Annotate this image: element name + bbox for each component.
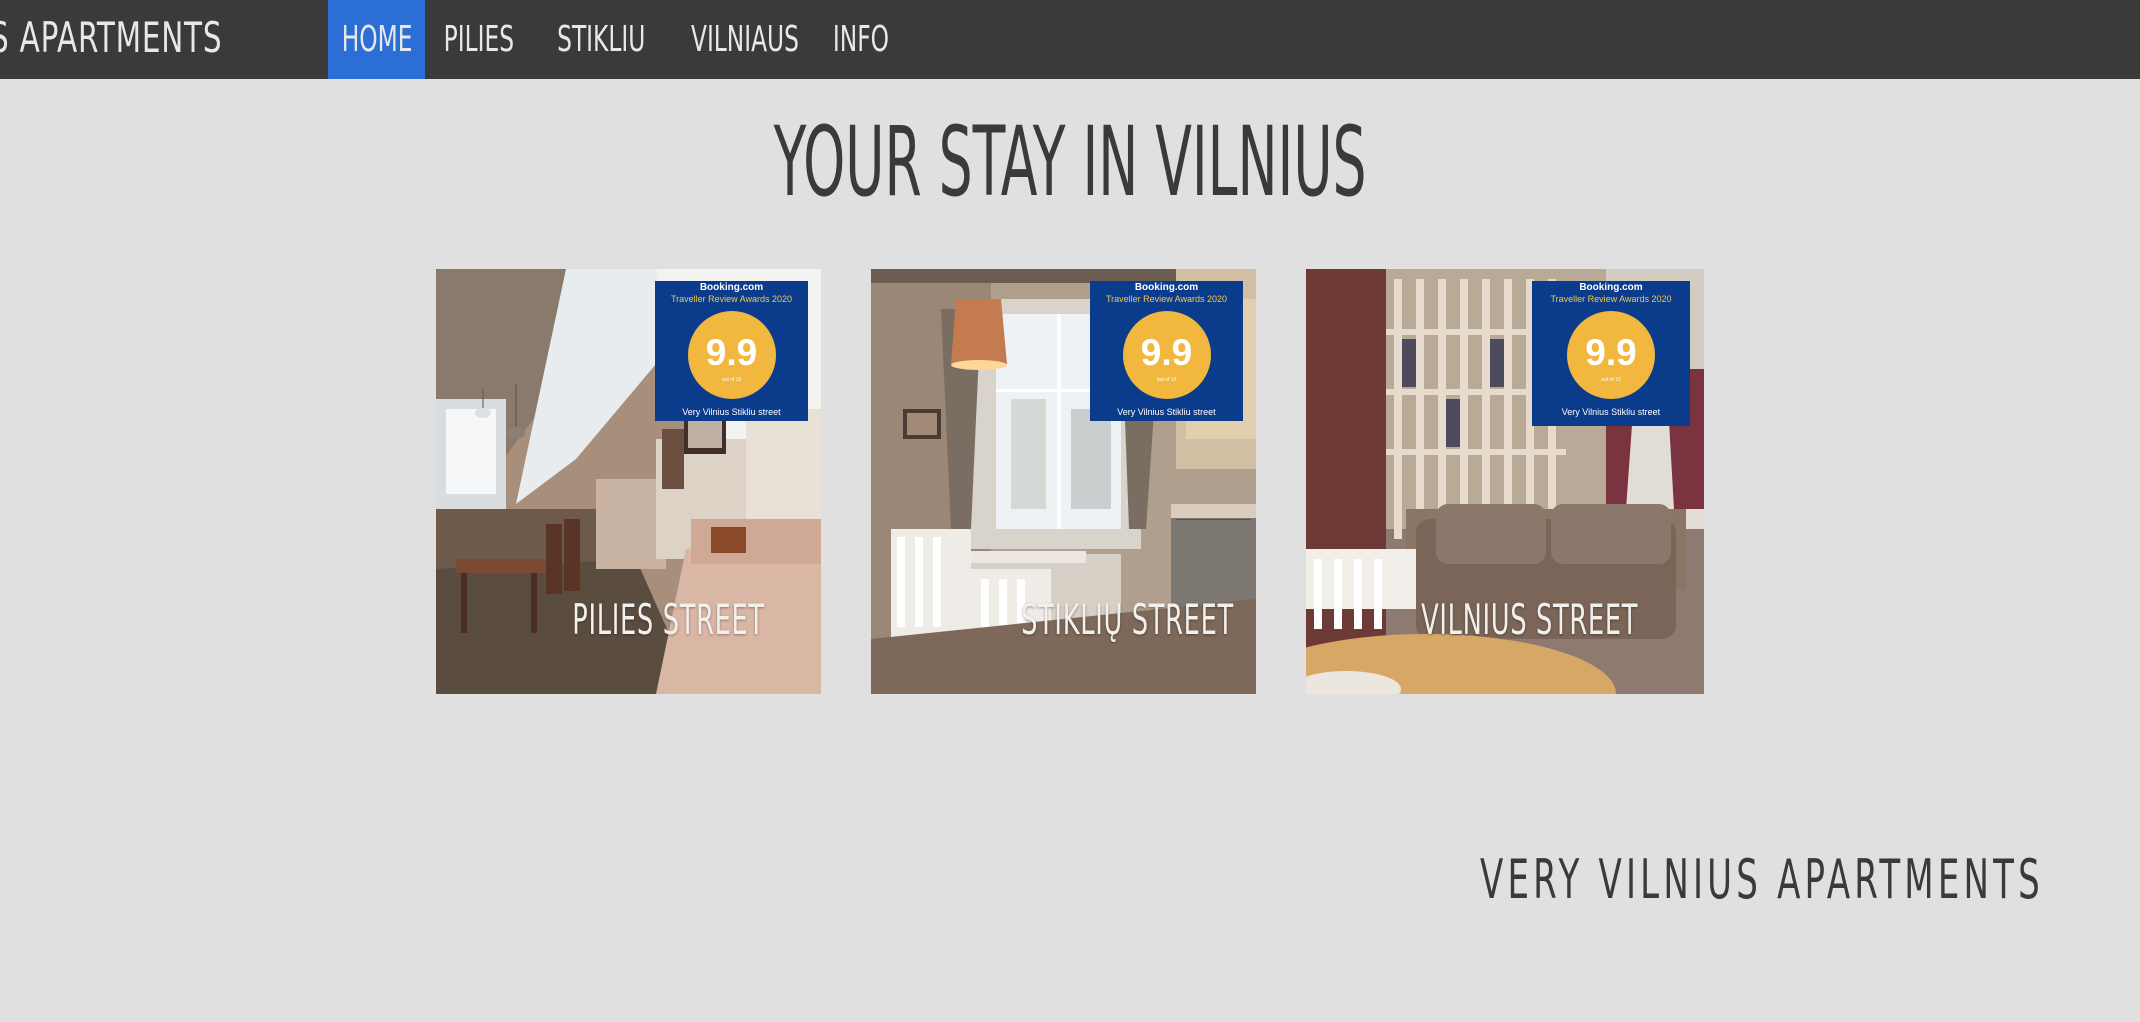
apartment-card-label: VILNIUS STREET xyxy=(1306,595,1704,644)
booking-award-badge: Booking.com Traveller Review Awards 2020… xyxy=(655,281,808,421)
apartment-card-label-text: PILIES STREET xyxy=(572,595,765,644)
nav-item-stikliu-label: STIKLIU xyxy=(557,19,646,60)
nav-item-pilies-label: PILIES xyxy=(443,19,515,60)
page-title: YOUR STAY IN VILNIUS xyxy=(0,104,2140,220)
badge-property-name: Very Vilnius Stikliu street xyxy=(1561,407,1661,417)
top-navbar: S APARTMENTS HOME PILIES STIKLIU VILNIAU… xyxy=(0,0,2140,79)
badge-out-of: out of 10 xyxy=(721,377,742,383)
nav-item-home-label: HOME xyxy=(341,19,413,60)
nav-item-info-label: INFO xyxy=(832,19,890,60)
badge-property-name: Very Vilnius Stikliu street xyxy=(682,407,781,417)
badge-property-name: Very Vilnius Stikliu street xyxy=(1117,407,1216,417)
badge-award: Traveller Review Awards 2020 xyxy=(1105,294,1228,304)
badge-brand: Booking.com xyxy=(1134,282,1199,293)
nav-item-info[interactable]: INFO xyxy=(822,0,900,79)
badge-score-circle: 9.9 out of 10 xyxy=(1567,311,1655,399)
badge-score: 9.9 xyxy=(1585,332,1637,373)
booking-award-badge: Booking.com Traveller Review Awards 2020… xyxy=(1090,281,1243,421)
badge-out-of: out of 10 xyxy=(1601,377,1621,383)
nav-item-vilniaus[interactable]: VILNIAUS xyxy=(670,0,810,79)
badge-award: Traveller Review Awards 2020 xyxy=(670,294,793,304)
apartment-card-label-text: VILNIUS STREET xyxy=(1421,595,1639,644)
site-brand-logo[interactable]: S APARTMENTS xyxy=(0,10,222,66)
badge-score: 9.9 xyxy=(705,332,758,373)
badge-brand: Booking.com xyxy=(1579,282,1643,293)
badge-score: 9.9 xyxy=(1140,332,1193,373)
nav-item-vilniaus-label: VILNIAUS xyxy=(690,19,799,60)
nav-item-stikliu[interactable]: STIKLIU xyxy=(540,0,656,79)
badge-score-circle: 9.9 out of 10 xyxy=(1122,311,1211,399)
booking-award-badge: Booking.com Traveller Review Awards 2020… xyxy=(1532,281,1690,426)
nav-item-home[interactable]: HOME xyxy=(328,0,425,79)
apartment-card-label-text: STIKLIŲ STREET xyxy=(1021,595,1234,644)
badge-out-of: out of 10 xyxy=(1156,377,1177,383)
apartment-card-label: PILIES STREET xyxy=(436,595,821,644)
apartment-card-vilnius[interactable]: Booking.com Traveller Review Awards 2020… xyxy=(1306,269,1704,694)
apartment-card-label: STIKLIŲ STREET xyxy=(871,595,1256,644)
footer-title: VERY VILNIUS APARTMENTS xyxy=(1480,848,2044,911)
badge-award: Traveller Review Awards 2020 xyxy=(1550,294,1672,304)
apartment-card-stikliu[interactable]: Booking.com Traveller Review Awards 2020… xyxy=(871,269,1256,694)
badge-score-circle: 9.9 out of 10 xyxy=(687,311,776,399)
nav-item-pilies[interactable]: PILIES xyxy=(430,0,526,79)
page-title-text: YOUR STAY IN VILNIUS xyxy=(773,106,1367,218)
badge-brand: Booking.com xyxy=(699,282,764,293)
apartment-card-pilies[interactable]: Booking.com Traveller Review Awards 2020… xyxy=(436,269,821,694)
